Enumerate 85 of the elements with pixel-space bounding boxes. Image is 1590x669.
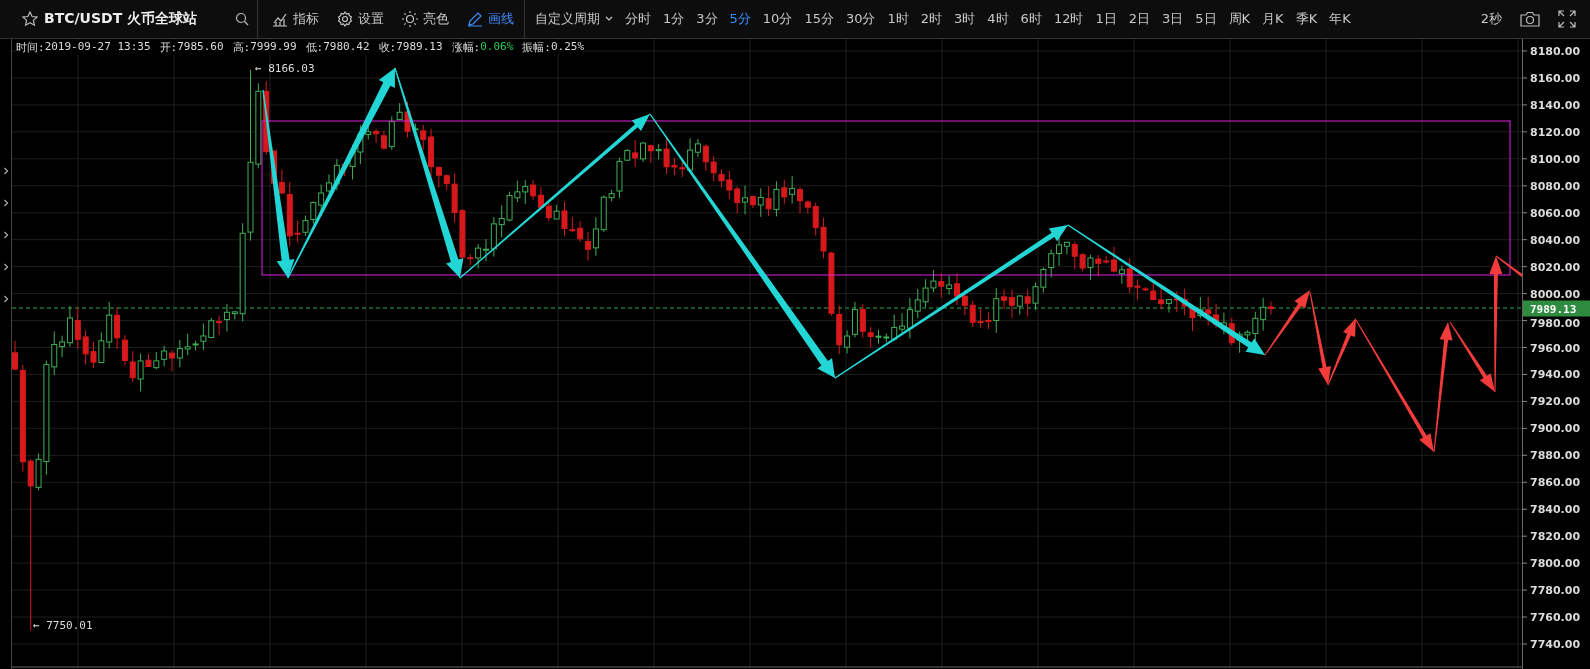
low-price-label: ← 7750.01 <box>33 619 93 632</box>
info-label: 收: <box>378 40 397 55</box>
pen-icon <box>467 11 483 27</box>
period-tab[interactable]: 10分 <box>762 10 793 28</box>
info-label: 高: <box>232 40 251 55</box>
axis-label: 8160.00 <box>1530 71 1581 85</box>
tool-button[interactable]: 亮色 <box>402 10 449 28</box>
tool-button[interactable]: 设置 <box>337 10 384 28</box>
symbol-title: BTC/USDT 火币全球站 <box>44 10 198 28</box>
tool-button[interactable]: 指标 <box>272 10 319 28</box>
chevron-icon[interactable] <box>2 197 9 209</box>
sun-icon <box>402 11 418 27</box>
settings-icon <box>337 11 353 27</box>
period-tab[interactable]: 1日 <box>1095 10 1117 28</box>
axis-label: 7920.00 <box>1530 395 1581 409</box>
info-value: 7985.60 <box>177 40 224 55</box>
info-label: 振幅: <box>522 40 551 55</box>
axis-label: 7840.00 <box>1530 503 1581 517</box>
period-tab[interactable]: 3日 <box>1162 10 1184 28</box>
period-tab[interactable]: 15分 <box>804 10 834 28</box>
info-label: 低: <box>305 40 324 55</box>
axis-label: 8180.00 <box>1530 45 1581 58</box>
chevron-icon[interactable] <box>2 293 9 305</box>
axis-label: 8020.00 <box>1530 260 1581 274</box>
axis-label: 7880.00 <box>1530 449 1581 463</box>
period-tab[interactable]: 5分 <box>729 10 751 28</box>
fullscreen-icon <box>1558 10 1576 28</box>
axis-label: 7860.00 <box>1530 476 1581 490</box>
period-tab[interactable]: 分时 <box>625 10 651 28</box>
period-tab[interactable]: 2日 <box>1128 10 1150 28</box>
info-value: 0.25% <box>550 40 585 55</box>
line-chart-icon <box>272 11 288 27</box>
star-icon[interactable] <box>22 11 38 27</box>
axis-label: 7960.00 <box>1530 341 1581 355</box>
info-value: 2019-09-27 13:35 <box>44 40 151 55</box>
info-value: 7980.42 <box>323 40 370 55</box>
refresh-interval-button[interactable]: 2秒 <box>1480 10 1502 28</box>
period-tab[interactable]: 1时 <box>887 10 909 28</box>
axis-label: 8000.00 <box>1530 287 1581 301</box>
fullscreen-button[interactable] <box>1558 10 1576 28</box>
axis-label: 8120.00 <box>1530 125 1581 139</box>
period-tab[interactable]: 6时 <box>1020 10 1042 28</box>
axis-label: 7900.00 <box>1530 422 1581 436</box>
search-button[interactable] <box>235 12 249 26</box>
period-tab[interactable]: 3分 <box>696 10 718 28</box>
period-tab[interactable]: 2时 <box>920 10 943 28</box>
period-tab[interactable]: 年K <box>1329 10 1351 28</box>
info-value: 0.06% <box>480 40 514 55</box>
custom-period-dropdown[interactable]: 自定义周期 <box>535 10 613 28</box>
chevron-icon[interactable] <box>2 261 9 273</box>
axis-label: 7980.00 <box>1530 316 1581 330</box>
tool-button[interactable]: 画线 <box>467 10 514 28</box>
screenshot-button[interactable] <box>1520 11 1540 27</box>
period-tab[interactable]: 周K <box>1228 10 1251 28</box>
axis-label: 7740.00 <box>1530 638 1581 651</box>
info-label: 时间: <box>16 40 45 55</box>
axis-label: 8060.00 <box>1530 206 1581 220</box>
axis-label: 7760.00 <box>1530 611 1581 625</box>
period-tab[interactable]: 1分 <box>663 10 685 28</box>
chevron-icon[interactable] <box>2 229 9 241</box>
info-label: 涨幅: <box>451 40 481 55</box>
axis-label: 8080.00 <box>1530 179 1581 193</box>
axis-label: 7800.00 <box>1530 557 1581 571</box>
chevron-icon[interactable] <box>2 165 9 177</box>
camera-icon <box>1520 11 1540 27</box>
info-value: 7999.99 <box>250 40 297 55</box>
info-label: 开: <box>159 40 178 55</box>
axis-label: 8100.00 <box>1530 152 1581 166</box>
caret-icon <box>605 16 613 22</box>
search-icon <box>235 12 249 26</box>
period-tab[interactable]: 月K <box>1262 10 1284 28</box>
axis-label: 8040.00 <box>1530 233 1581 247</box>
axis-label: 8140.00 <box>1530 98 1581 112</box>
high-price-label: ← 8166.03 <box>255 62 315 75</box>
period-tab[interactable]: 12时 <box>1053 10 1084 28</box>
last-price-tag: 7989.13 <box>1523 300 1590 317</box>
period-tab[interactable]: 季K <box>1295 10 1318 28</box>
info-value: 7989.13 <box>396 40 443 55</box>
period-tab[interactable]: 5日 <box>1195 10 1217 28</box>
axis-label: 7780.00 <box>1530 584 1581 598</box>
period-tab[interactable]: 3时 <box>954 10 976 28</box>
period-tab[interactable]: 4时 <box>987 10 1009 28</box>
axis-label: 7940.00 <box>1530 368 1581 382</box>
axis-label: 7820.00 <box>1530 530 1581 544</box>
period-tab[interactable]: 30分 <box>845 10 876 28</box>
